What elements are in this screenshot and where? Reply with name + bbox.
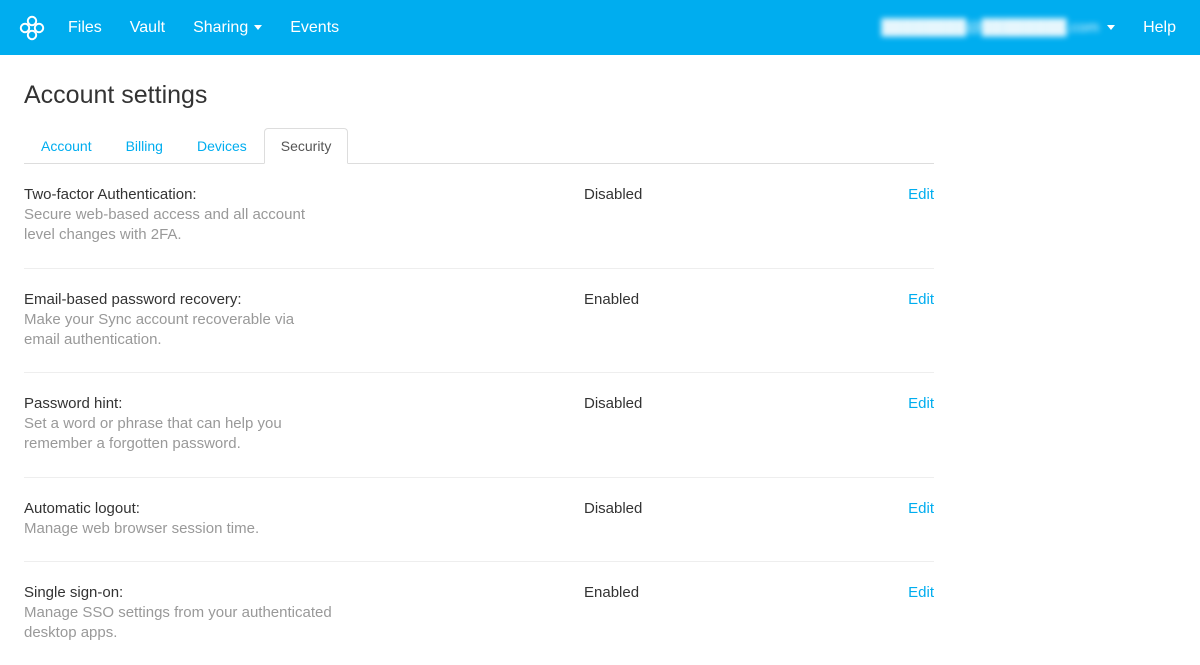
settings-list: Two-factor Authentication: Secure web-ba… [24, 164, 934, 665]
nav-files[interactable]: Files [68, 19, 102, 37]
setting-info: Password hint: Set a word or phrase that… [24, 395, 414, 455]
chevron-down-icon [1107, 25, 1115, 30]
setting-title: Password hint: [24, 395, 414, 412]
setting-title: Single sign-on: [24, 584, 414, 601]
setting-status: Enabled [414, 291, 874, 308]
tab-account[interactable]: Account [24, 128, 109, 164]
setting-title: Automatic logout: [24, 500, 414, 517]
nav-sharing-label: Sharing [193, 19, 248, 37]
tab-billing[interactable]: Billing [109, 128, 180, 164]
edit-link[interactable]: Edit [908, 291, 934, 308]
nav-left: Files Vault Sharing Events [68, 19, 339, 37]
setting-status: Disabled [414, 186, 874, 203]
setting-info: Two-factor Authentication: Secure web-ba… [24, 186, 414, 246]
setting-title: Email-based password recovery: [24, 291, 414, 308]
page-title: Account settings [24, 81, 934, 110]
app-logo-icon[interactable] [18, 14, 46, 42]
edit-link[interactable]: Edit [908, 500, 934, 517]
setting-desc: Set a word or phrase that can help you r… [24, 414, 334, 455]
setting-desc: Manage SSO settings from your authentica… [24, 603, 334, 644]
setting-status: Disabled [414, 395, 874, 412]
setting-row-logout: Automatic logout: Manage web browser ses… [24, 478, 934, 562]
tab-security[interactable]: Security [264, 128, 349, 164]
setting-action: Edit [874, 291, 934, 308]
setting-action: Edit [874, 395, 934, 412]
setting-desc: Manage web browser session time. [24, 519, 334, 539]
user-email: ████████@████████.com [881, 19, 1099, 36]
setting-row-sso: Single sign-on: Manage SSO settings from… [24, 562, 934, 665]
nav-vault[interactable]: Vault [130, 19, 165, 37]
setting-row-recovery: Email-based password recovery: Make your… [24, 269, 934, 374]
user-menu[interactable]: ████████@████████.com [881, 19, 1115, 36]
setting-desc: Secure web-based access and all account … [24, 205, 334, 246]
setting-title: Two-factor Authentication: [24, 186, 414, 203]
nav-events[interactable]: Events [290, 19, 339, 37]
setting-status: Disabled [414, 500, 874, 517]
content: Account settings Account Billing Devices… [0, 55, 958, 665]
setting-desc: Make your Sync account recoverable via e… [24, 310, 334, 351]
setting-status: Enabled [414, 584, 874, 601]
edit-link[interactable]: Edit [908, 395, 934, 412]
edit-link[interactable]: Edit [908, 584, 934, 601]
setting-action: Edit [874, 500, 934, 517]
setting-info: Single sign-on: Manage SSO settings from… [24, 584, 414, 644]
nav-sharing[interactable]: Sharing [193, 19, 262, 37]
setting-info: Email-based password recovery: Make your… [24, 291, 414, 351]
setting-info: Automatic logout: Manage web browser ses… [24, 500, 414, 539]
nav-right: ████████@████████.com Help [881, 19, 1176, 37]
edit-link[interactable]: Edit [908, 186, 934, 203]
setting-action: Edit [874, 186, 934, 203]
setting-row-2fa: Two-factor Authentication: Secure web-ba… [24, 164, 934, 269]
setting-row-hint: Password hint: Set a word or phrase that… [24, 373, 934, 478]
help-link[interactable]: Help [1143, 19, 1176, 37]
navbar: Files Vault Sharing Events ████████@████… [0, 0, 1200, 55]
tabs: Account Billing Devices Security [24, 128, 934, 164]
setting-action: Edit [874, 584, 934, 601]
tab-devices[interactable]: Devices [180, 128, 264, 164]
chevron-down-icon [254, 25, 262, 30]
